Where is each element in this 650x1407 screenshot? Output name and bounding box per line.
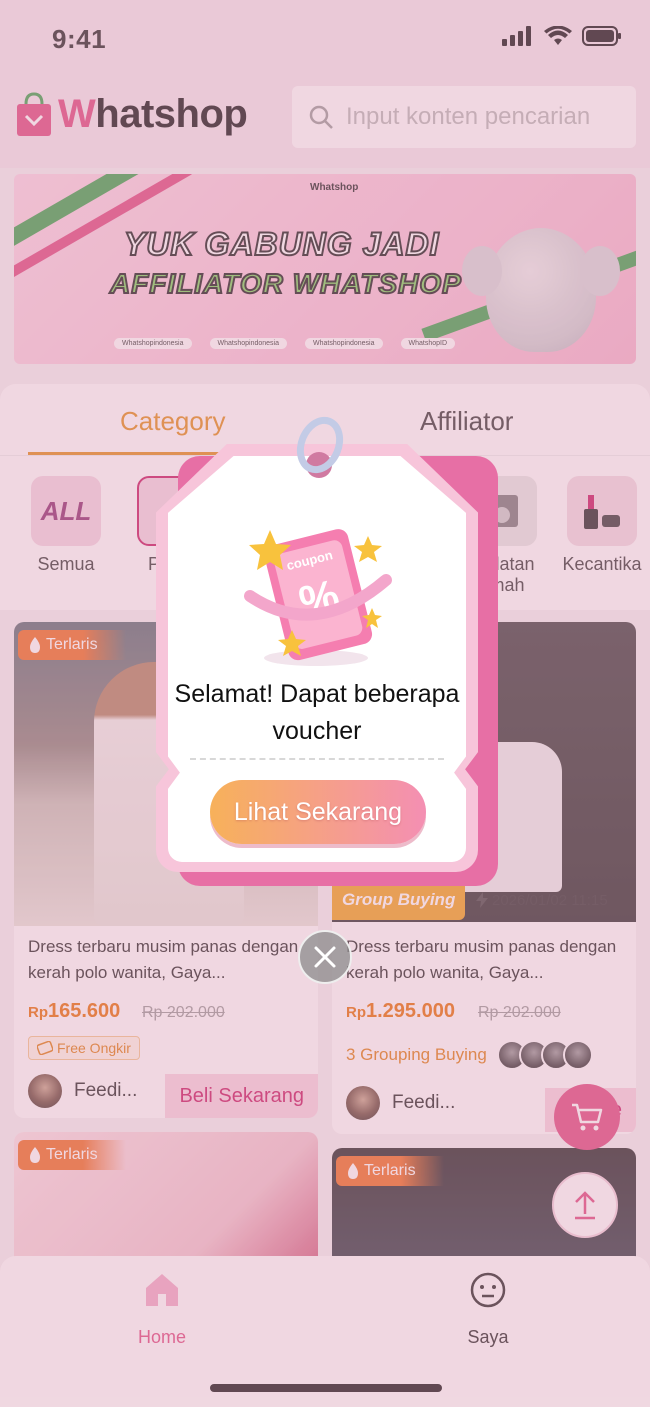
close-popup-button[interactable] <box>298 930 352 984</box>
popup-divider <box>190 758 444 760</box>
close-icon <box>314 946 336 968</box>
app-screen: 9:41 Whatshop Whatshop YUK GABUNG JADI A… <box>0 0 650 1407</box>
popup-message: Selamat! Dapat beberapa voucher <box>174 680 460 745</box>
coupon-illustration-icon: coupon % <box>244 529 392 666</box>
view-now-button[interactable]: Lihat Sekarang <box>210 780 426 844</box>
voucher-popup: coupon % Selamat! Dapat beberapa voucher… <box>156 409 498 886</box>
